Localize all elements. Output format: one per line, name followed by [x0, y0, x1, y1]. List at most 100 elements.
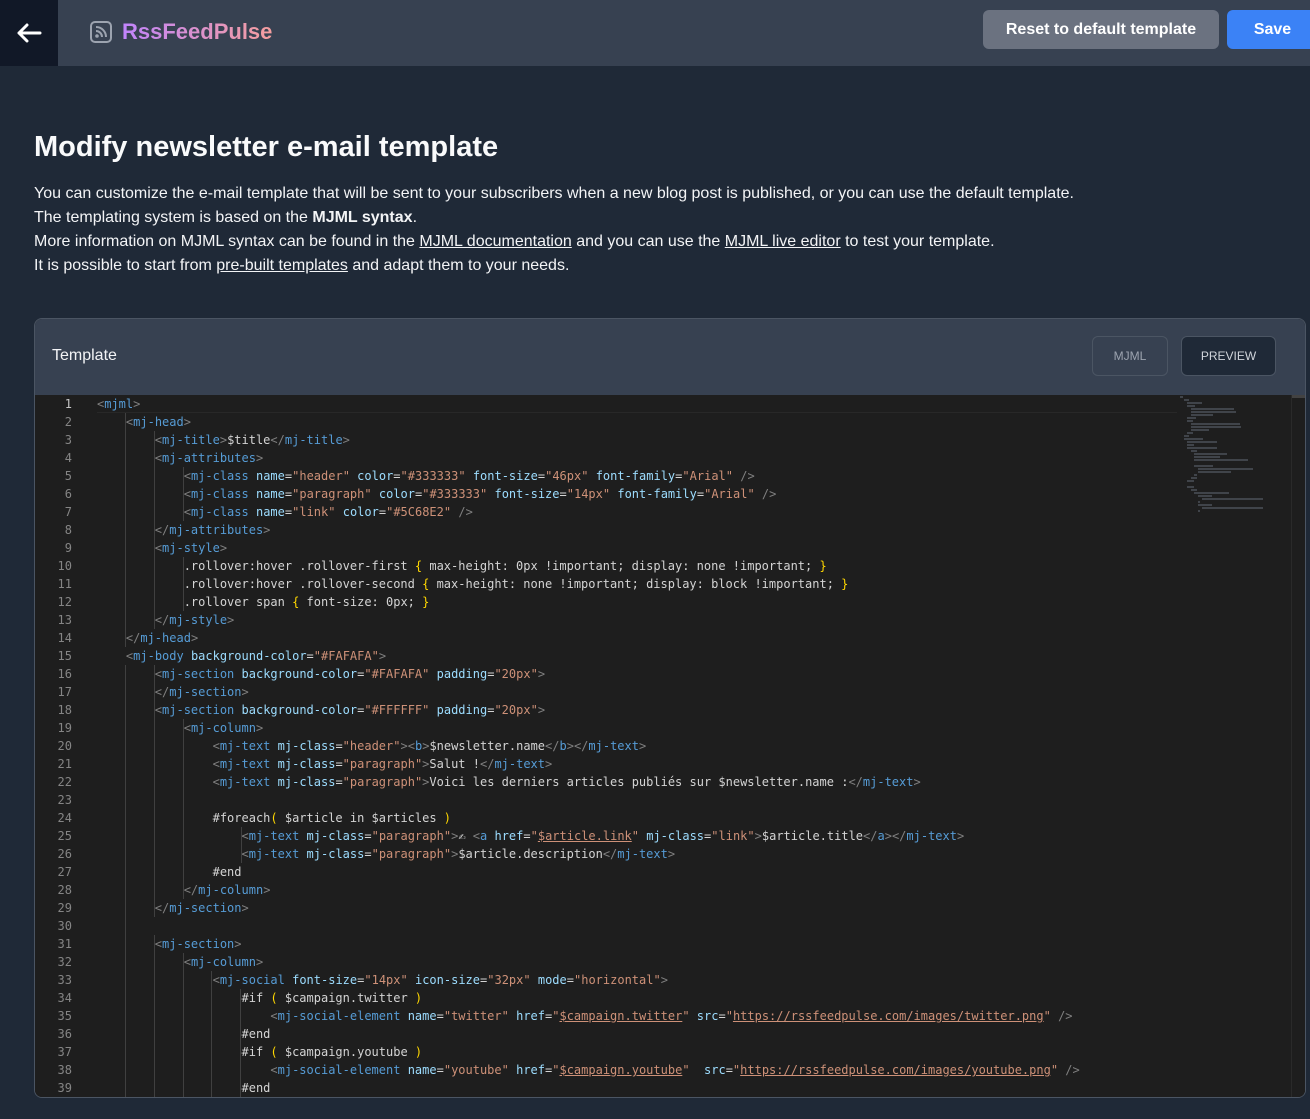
code-line[interactable]: <mj-text mj-class="header"><b>$newslette… [97, 737, 1177, 755]
code-line[interactable]: <mj-attributes> [97, 449, 1177, 467]
minimap-line [1198, 504, 1212, 506]
code-line[interactable]: <mj-body background-color="#FAFAFA"> [97, 647, 1177, 665]
code-line[interactable]: #if ( $campaign.twitter ) [97, 989, 1177, 1007]
tab-mjml[interactable]: MJML [1092, 336, 1168, 376]
code-line[interactable]: <mj-social-element name="twitter" href="… [97, 1007, 1177, 1025]
code-line[interactable]: <mj-class name="link" color="#5C68E2" /> [97, 503, 1177, 521]
minimap-line [1190, 408, 1235, 410]
mjml-live-editor-link[interactable]: MJML live editor [725, 233, 841, 250]
minimap-line [1190, 426, 1242, 428]
code-line[interactable]: <mj-column> [97, 953, 1177, 971]
code-line[interactable]: <mj-section> [97, 935, 1177, 953]
minimap-line [1198, 471, 1231, 473]
code-line[interactable]: #foreach( $article in $articles ) [97, 809, 1177, 827]
code-line[interactable]: <mj-text mj-class="paragraph">$article.d… [97, 845, 1177, 863]
code-line[interactable]: #end [97, 1025, 1177, 1043]
save-button[interactable]: Save [1227, 10, 1310, 49]
code-line[interactable]: <mj-social font-size="14px" icon-size="3… [97, 971, 1177, 989]
indent-guide [154, 431, 155, 629]
code-line[interactable]: <mj-text mj-class="paragraph">✍ <a href=… [97, 827, 1177, 845]
editor-minimap[interactable] [1180, 395, 1290, 535]
code-line[interactable]: <mj-column> [97, 719, 1177, 737]
code-line[interactable] [97, 791, 1177, 809]
minimap-line [1198, 501, 1201, 503]
code-line[interactable]: </mj-section> [97, 899, 1177, 917]
line-number: 37 [57, 1045, 72, 1059]
code-line[interactable] [97, 917, 1177, 935]
indent-guide [183, 557, 184, 611]
code-line[interactable]: #end [97, 1079, 1177, 1097]
minimap-line [1183, 399, 1189, 401]
code-line[interactable]: </mj-section> [97, 683, 1177, 701]
code-line[interactable]: <mj-text mj-class="paragraph">Salut !</m… [97, 755, 1177, 773]
line-number: 39 [57, 1081, 72, 1095]
code-line[interactable]: </mj-head> [97, 629, 1177, 647]
line-number: 24 [57, 811, 72, 825]
tab-preview[interactable]: PREVIEW [1181, 336, 1276, 376]
code-line[interactable]: </mj-column> [97, 881, 1177, 899]
code-line[interactable]: #end [97, 863, 1177, 881]
brand-name: RssFeedPulse [122, 19, 273, 44]
reset-template-button[interactable]: Reset to default template [983, 10, 1219, 49]
code-line[interactable]: <mj-social-element name="youtube" href="… [97, 1061, 1177, 1079]
line-number: 8 [64, 523, 72, 537]
back-button[interactable] [0, 0, 58, 66]
minimap-line [1187, 486, 1194, 488]
line-number: 2 [64, 415, 72, 429]
minimap-line [1180, 396, 1184, 398]
code-line[interactable]: <mj-class name="paragraph" color="#33333… [97, 485, 1177, 503]
minimap-line [1190, 423, 1240, 425]
code-line[interactable]: .rollover span { font-size: 0px; } [97, 593, 1177, 611]
line-number: 14 [57, 631, 72, 645]
line-number: 22 [57, 775, 72, 789]
code-line[interactable]: <mj-head> [97, 413, 1177, 431]
intro-text-fragment: . [412, 209, 418, 226]
minimap-line [1201, 507, 1264, 509]
line-number: 26 [57, 847, 72, 861]
minimap-line [1183, 438, 1204, 440]
editor-scrollbar-thumb[interactable] [1292, 395, 1305, 398]
code-line[interactable]: <mj-section background-color="#FAFAFA" p… [97, 665, 1177, 683]
minimap-line [1198, 495, 1212, 497]
line-number: 28 [57, 883, 72, 897]
line-number: 25 [57, 829, 72, 843]
intro-line-2: The templating system is based on the MJ… [34, 206, 1074, 230]
pre-built-templates-link[interactable]: pre-built templates [216, 257, 348, 274]
code-line[interactable]: <mj-section background-color="#FFFFFF" p… [97, 701, 1177, 719]
line-number: 17 [57, 685, 72, 699]
indent-guide [211, 971, 212, 1097]
code-line[interactable]: <mj-text mj-class="paragraph">Voici les … [97, 773, 1177, 791]
line-number: 31 [57, 937, 72, 951]
code-line[interactable]: </mj-style> [97, 611, 1177, 629]
minimap-line [1187, 417, 1196, 419]
minimap-line [1198, 510, 1201, 512]
code-line[interactable]: <mjml> [97, 395, 1177, 413]
minimap-line [1190, 489, 1197, 491]
line-number: 18 [57, 703, 72, 717]
code-editor[interactable]: 1 2 3 4 5 6 7 8 9 10 11 12 13 14 15 16 17 18 19 20 21 22 23 24 2… [35, 395, 1305, 1097]
mjml-documentation-link[interactable]: MJML documentation [419, 233, 571, 250]
code-lines[interactable]: <mjml> <mj-head> <mj-title>$title</mj-ti… [97, 395, 1177, 1097]
line-number: 23 [57, 793, 72, 807]
editor-scrollbar[interactable] [1291, 395, 1305, 1097]
code-line[interactable]: </mj-attributes> [97, 521, 1177, 539]
code-line[interactable]: <mj-style> [97, 539, 1177, 557]
line-number: 34 [57, 991, 72, 1005]
line-number: 30 [57, 919, 72, 933]
indent-guide [241, 827, 242, 863]
indent-guide [183, 719, 184, 899]
code-line[interactable]: #if ( $campaign.youtube ) [97, 1043, 1177, 1061]
code-line[interactable]: .rollover:hover .rollover-second { max-h… [97, 575, 1177, 593]
code-line[interactable]: <mj-class name="header" color="#333333" … [97, 467, 1177, 485]
indent-guide [154, 935, 155, 1097]
intro-text-fragment: More information on MJML syntax can be f… [34, 233, 420, 250]
mjml-syntax-bold: MJML syntax [312, 209, 413, 226]
page-title: Modify newsletter e-mail template [34, 131, 499, 163]
brand[interactable]: RssFeedPulse [90, 17, 272, 47]
line-number: 35 [57, 1009, 72, 1023]
minimap-line [1187, 402, 1203, 404]
code-line[interactable]: <mj-title>$title</mj-title> [97, 431, 1177, 449]
code-line[interactable]: .rollover:hover .rollover-first { max-he… [97, 557, 1177, 575]
intro-text-fragment: and adapt them to your needs. [347, 257, 570, 274]
line-number: 11 [57, 577, 72, 591]
